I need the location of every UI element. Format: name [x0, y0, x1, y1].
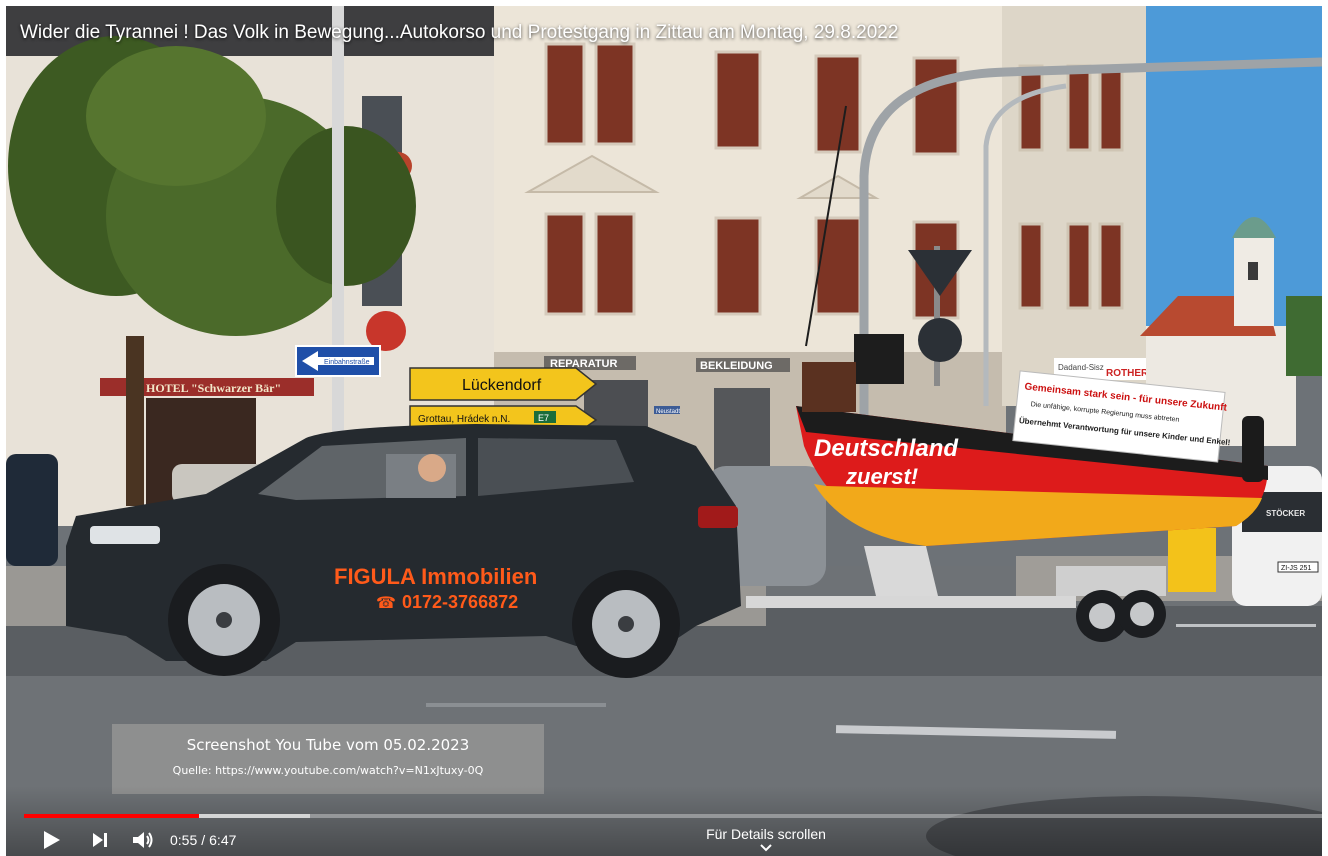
details-label: Für Details scrollen	[706, 826, 826, 842]
progress-played	[24, 814, 200, 818]
tree-right	[1286, 296, 1322, 376]
road-lane-mark	[426, 703, 606, 707]
church-tower	[1234, 236, 1274, 326]
shop-door	[584, 380, 648, 432]
no-stopping-sign	[918, 318, 962, 362]
current-time: 0:55	[170, 832, 198, 848]
volume-icon	[133, 832, 153, 848]
boat-text-1: Deutschland	[814, 435, 959, 462]
chevron-down-icon	[760, 844, 772, 852]
play-button[interactable]	[36, 826, 68, 854]
sign-yellow-2: Grottau, Hrádek n.N.	[418, 414, 510, 425]
sky	[1136, 6, 1322, 346]
time-separator: /	[201, 832, 206, 848]
next-button[interactable]	[86, 826, 114, 854]
video-player[interactable]: HOTEL "Schwarzer Bär" REPARATUR BEKLEIDU…	[6, 6, 1322, 856]
boat-text-2: zuerst!	[845, 464, 918, 489]
street-sign-arrow: Einbahnstraße	[324, 359, 370, 366]
sign-yellow-2-badge: E7	[538, 413, 549, 423]
van-plate-text: ZI-JS 251	[1281, 565, 1311, 572]
car-phone-icon: ☎	[376, 593, 396, 612]
traffic-light	[854, 334, 904, 384]
road-lane-mark	[1176, 624, 1316, 627]
shop-sign-4: Dadand-Sisz	[1058, 363, 1104, 372]
person	[1242, 416, 1264, 482]
van-text: STÖCKER	[1266, 509, 1305, 518]
car-brand: FIGULA Immobilien	[334, 564, 537, 589]
next-icon	[93, 833, 107, 847]
scroll-for-details[interactable]: Für Details scrollen	[704, 826, 828, 852]
caption-line-2: Quelle: https://www.youtube.com/watch?v=…	[172, 764, 484, 777]
progress-bar[interactable]	[24, 814, 1322, 818]
sign-yellow-1: Lückendorf	[462, 377, 542, 394]
screenshot-caption: Screenshot You Tube vom 05.02.2023 Quell…	[112, 724, 544, 794]
church-tower-window	[1248, 262, 1258, 280]
duration: 6:47	[209, 832, 237, 848]
car-phone: 0172-3766872	[402, 592, 518, 612]
video-title[interactable]: Wider die Tyrannei ! Das Volk in Bewegun…	[20, 22, 898, 44]
shop-sign-2: BEKLEIDUNG	[700, 360, 773, 372]
time-display: 0:55/6:47	[170, 832, 236, 848]
play-icon	[44, 831, 60, 849]
parked-car-left	[6, 454, 58, 566]
shop-door	[714, 388, 770, 478]
caption-line-1: Screenshot You Tube vom 05.02.2023	[186, 736, 470, 754]
volume-button[interactable]	[128, 826, 158, 854]
street-sign-small: Neustadt	[656, 409, 680, 415]
shop-sign-3: ROTHER	[1106, 368, 1149, 379]
hotel-sign: HOTEL "Schwarzer Bär"	[146, 381, 281, 395]
